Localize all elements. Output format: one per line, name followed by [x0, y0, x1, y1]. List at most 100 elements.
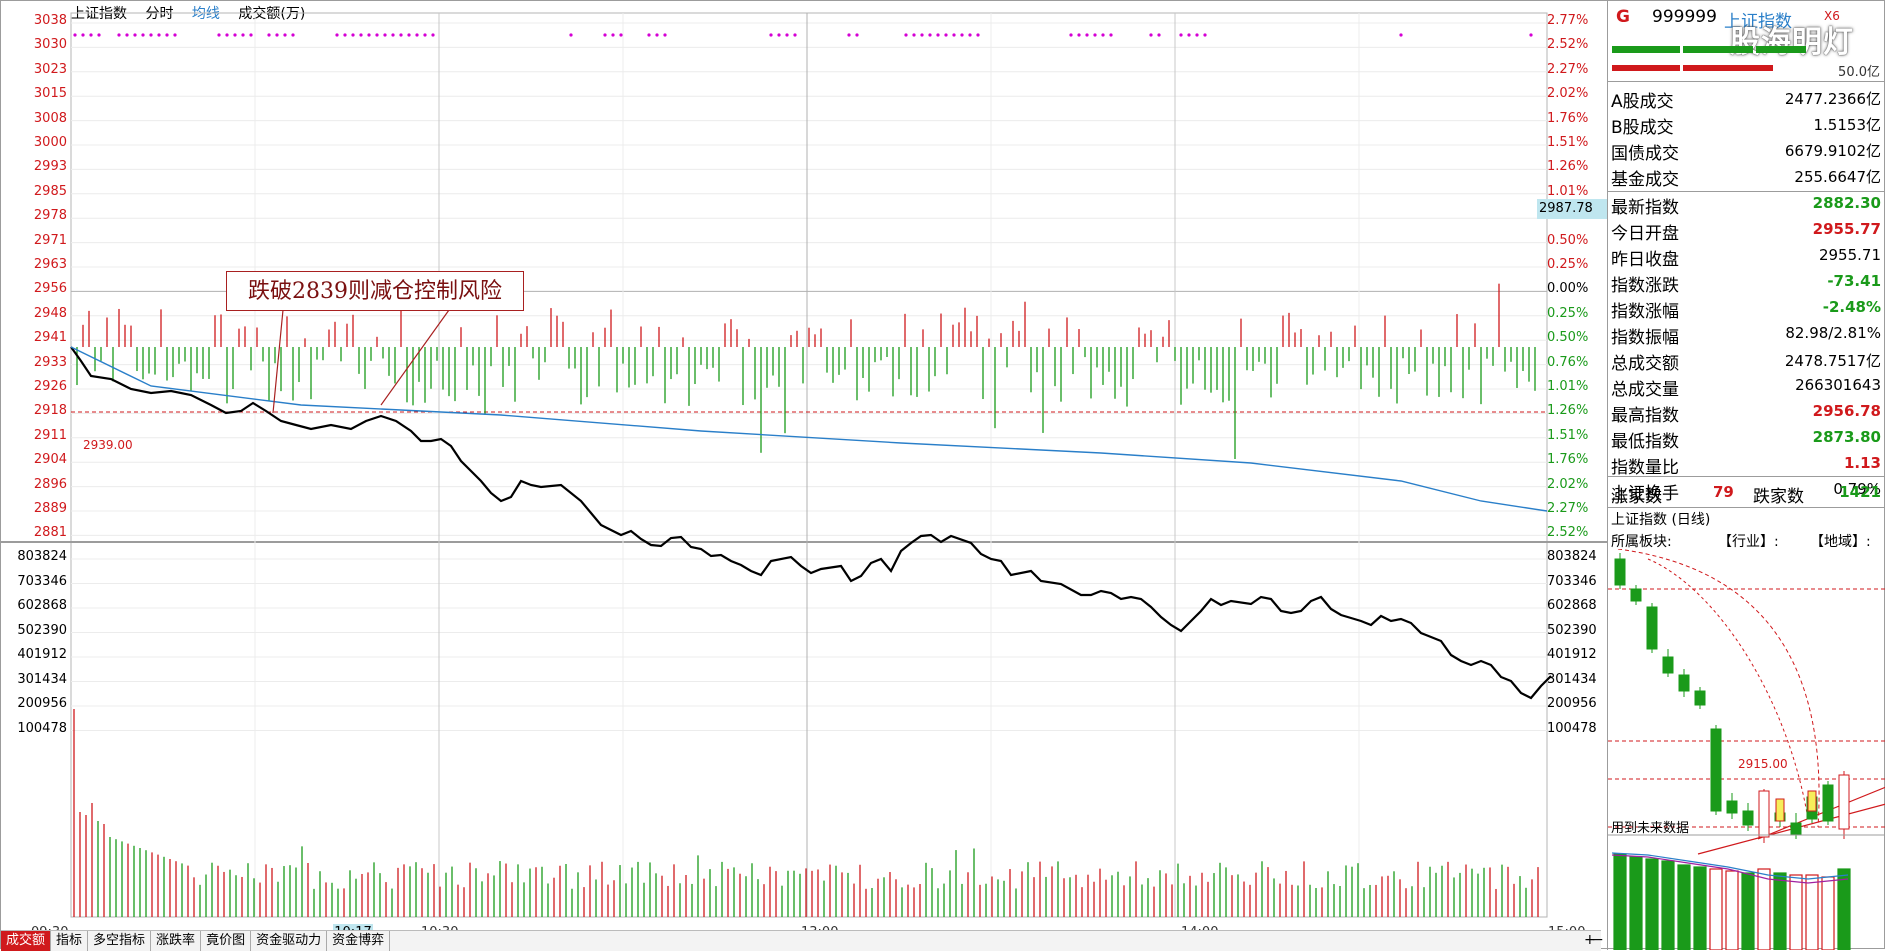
signal-dot	[920, 33, 924, 37]
signal-dot	[928, 33, 932, 37]
signal-dot	[976, 33, 980, 37]
tab-capital-drive[interactable]: 资金驱动力	[251, 931, 328, 951]
signal-dot	[619, 33, 623, 37]
daily-candle	[1726, 800, 1738, 814]
daily-candle	[1678, 674, 1690, 692]
price-tick-label: 2971	[33, 232, 67, 248]
quote-row: 指数涨跌 -73.41	[1608, 269, 1885, 296]
percent-tick-label: 1.01%	[1547, 183, 1589, 199]
daily-candle	[1710, 728, 1722, 812]
signal-dot	[343, 33, 347, 37]
chart-frame	[70, 12, 1548, 918]
quote-row-label: 最低指数	[1611, 432, 1679, 452]
quote-row: A股成交 2477.2366亿	[1608, 85, 1885, 112]
signal-dot	[241, 33, 245, 37]
percent-tick-label: 1.51%	[1547, 427, 1589, 443]
signal-dot	[1085, 33, 1089, 37]
price-tick-label: 2904	[33, 452, 67, 468]
reference-line-label: 2939.00	[83, 438, 133, 452]
quote-row: 最新指数 2882.30	[1608, 191, 1885, 218]
signal-dot	[1203, 33, 1207, 37]
daily-volume-bar	[1789, 874, 1803, 950]
price-tick-label: 2881	[33, 525, 67, 541]
tab-advance-decline[interactable]: 涨跌率	[151, 931, 202, 951]
percent-tick-label: 1.76%	[1547, 452, 1589, 468]
price-tick-label: 2918	[33, 403, 67, 419]
signal-dot	[569, 33, 573, 37]
quote-row-value: 2477.2366亿	[1784, 90, 1881, 108]
current-price-tag: 2987.78	[1537, 199, 1607, 219]
volume-tick-label: 401912	[17, 647, 67, 662]
signal-dot	[777, 33, 781, 37]
signal-dot	[1149, 33, 1153, 37]
signal-dot	[375, 33, 379, 37]
quote-row-value: 2882.30	[1812, 194, 1881, 212]
daily-volume-bar	[1805, 874, 1819, 950]
signal-dot	[173, 33, 177, 37]
quote-row-value: 2955.71	[1818, 246, 1881, 264]
price-tick-label: 2941	[33, 330, 67, 346]
volume-tick-label: 200956	[17, 696, 67, 711]
quote-row-value: 2956.78	[1812, 402, 1881, 420]
signal-dot	[359, 33, 363, 37]
signal-dot	[275, 33, 279, 37]
signal-dot	[960, 33, 964, 37]
quote-row: 昨日收盘 2955.71	[1608, 243, 1885, 270]
daily-candle	[1822, 784, 1834, 822]
intraday-chart[interactable]	[1, 1, 1607, 930]
quote-row-value: 2873.80	[1812, 428, 1881, 446]
signal-dot	[1069, 33, 1073, 37]
quote-row-value: 255.6647亿	[1794, 168, 1881, 186]
sector-label[interactable]: 所属板块:	[1611, 531, 1672, 551]
percent-tick-label: 1.01%	[1547, 379, 1589, 394]
breadth-row: 涨家数 79 跌家数 1421	[1608, 480, 1885, 507]
quote-row-label: 昨日收盘	[1611, 250, 1679, 270]
quote-row: 总成交量 266301643	[1608, 373, 1885, 400]
price-tick-label: 2985	[33, 183, 67, 199]
signal-dot	[423, 33, 427, 37]
tab-capital-game[interactable]: 资金博弈	[327, 931, 391, 951]
quote-panel: G 999999 上证指数 X6 股海明灯 50.0亿 A股成交 2477.236…	[1607, 1, 1885, 950]
signal-dot	[936, 33, 940, 37]
volume-tick-label: 502390	[17, 622, 67, 638]
daily-kline-chart[interactable]	[1608, 549, 1885, 950]
quote-row: 指数涨幅 -2.48%	[1608, 295, 1885, 322]
percent-tick-label: 0.25%	[1547, 257, 1589, 272]
daily-volume-bar	[1757, 868, 1771, 950]
quote-row-label: B股成交	[1611, 118, 1674, 138]
signal-dot	[291, 33, 295, 37]
daily-candle	[1662, 656, 1674, 674]
signal-dot	[431, 33, 435, 37]
quote-row-label: 基金成交	[1611, 170, 1679, 190]
tab-indicator[interactable]: 指标	[51, 931, 89, 951]
daily-candle	[1838, 774, 1850, 830]
signal-dot	[1529, 33, 1533, 37]
signal-dot	[944, 33, 948, 37]
signal-dot	[655, 33, 659, 37]
tab-turnover[interactable]: 成交额	[1, 931, 52, 951]
signal-dot	[1399, 33, 1403, 37]
quote-row-value: 1.13	[1843, 454, 1881, 472]
daily-candle	[1646, 606, 1658, 650]
price-tick-label: 3000	[33, 135, 67, 150]
signal-dot	[1179, 33, 1183, 37]
daily-volume-bar	[1709, 868, 1723, 950]
signal-dot	[133, 33, 137, 37]
daily-candle	[1630, 588, 1642, 602]
daily-candle-highlight	[1807, 790, 1817, 812]
signal-dot	[952, 33, 956, 37]
tab-long-short[interactable]: 多空指标	[88, 931, 152, 951]
price-tick-label: 3030	[33, 37, 67, 53]
percent-tick-label: 0.50%	[1547, 232, 1589, 248]
region-label[interactable]: 【地域】:	[1810, 531, 1871, 551]
signal-dot	[73, 33, 77, 37]
daily-volume-bar	[1645, 858, 1659, 950]
price-tick-label: 2956	[33, 281, 67, 297]
zoom-out-button[interactable]: −	[1592, 932, 1604, 948]
signal-dot	[89, 33, 93, 37]
signal-dot	[647, 33, 651, 37]
industry-label[interactable]: 【行业】:	[1718, 531, 1779, 551]
tab-auction[interactable]: 竟价图	[201, 931, 252, 951]
daily-arc	[1647, 558, 1809, 820]
daily-volume-bar	[1693, 866, 1707, 950]
